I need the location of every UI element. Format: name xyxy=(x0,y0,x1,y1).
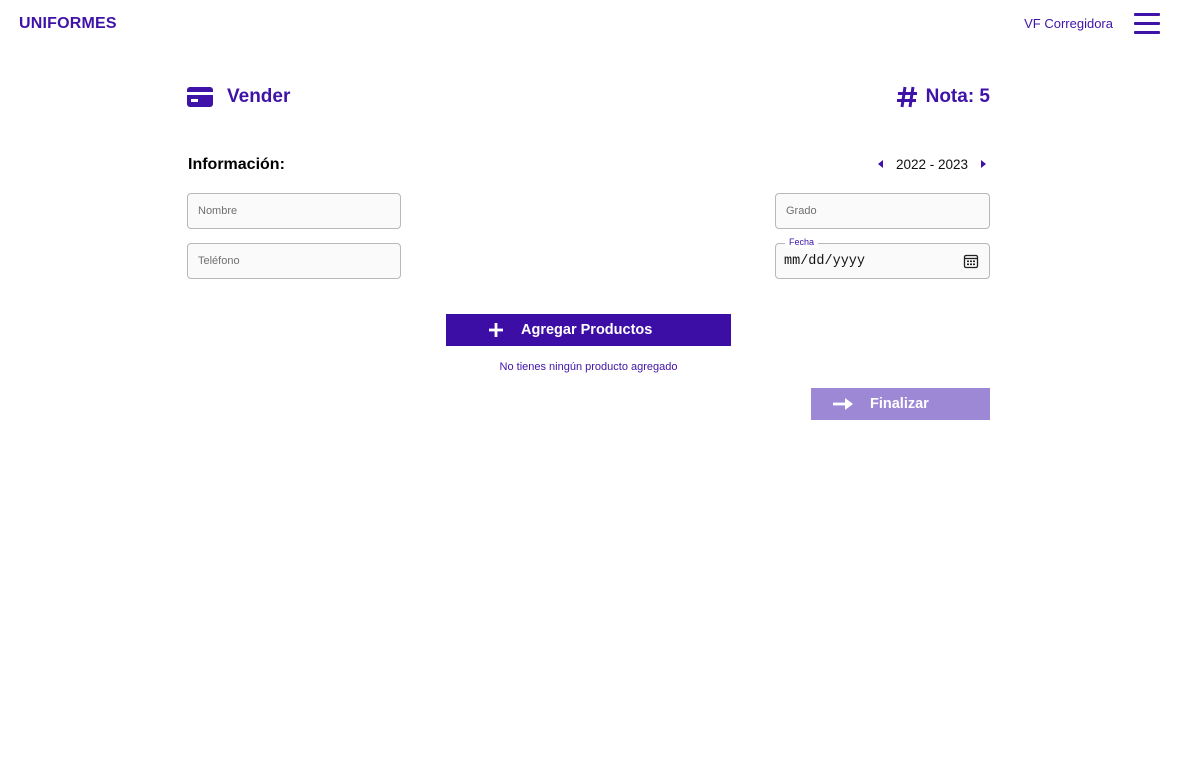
school-year-label: 2022 - 2023 xyxy=(895,156,968,172)
store-name[interactable]: VF Corregidora xyxy=(1024,16,1113,31)
telefono-input[interactable] xyxy=(188,244,400,278)
finish-label: Finalizar xyxy=(870,396,929,412)
grado-input[interactable] xyxy=(776,194,989,228)
plus-icon xyxy=(489,323,503,337)
caret-right-icon[interactable] xyxy=(976,156,990,172)
empty-products-message: No tienes ningún producto agregado xyxy=(499,361,678,373)
title-row: Vender Nota: 5 xyxy=(187,84,990,110)
brand-title[interactable]: UNIFORMES xyxy=(19,15,117,33)
calendar-icon[interactable] xyxy=(963,253,979,269)
page-title: Vender xyxy=(227,86,291,107)
school-year-selector: 2022 - 2023 xyxy=(874,155,990,173)
arrow-right-icon xyxy=(833,398,853,410)
add-products-label: Agregar Productos xyxy=(521,322,653,338)
nota-label: Nota: 5 xyxy=(925,86,990,107)
telefono-field-wrapper xyxy=(187,243,401,279)
fecha-label: Fecha xyxy=(785,237,819,248)
fecha-value[interactable]: mm/dd/yyyy xyxy=(784,254,865,269)
nota-number: Nota: 5 xyxy=(896,86,990,108)
sale-panel: Vender Nota: 5 Información: 2022 - 2023 xyxy=(187,0,990,761)
hash-icon xyxy=(896,86,917,108)
grado-field-wrapper xyxy=(775,193,990,229)
hamburger-menu-icon[interactable] xyxy=(1134,13,1160,35)
info-section-label: Información: xyxy=(188,156,285,173)
fecha-input[interactable]: Fecha mm/dd/yyyy xyxy=(775,237,990,279)
credit-card-icon xyxy=(187,87,213,107)
nombre-input[interactable] xyxy=(188,194,400,228)
nombre-field-wrapper xyxy=(187,193,401,229)
caret-left-icon[interactable] xyxy=(874,156,888,172)
finish-button[interactable]: Finalizar xyxy=(811,388,990,420)
add-products-button[interactable]: Agregar Productos xyxy=(446,314,731,346)
